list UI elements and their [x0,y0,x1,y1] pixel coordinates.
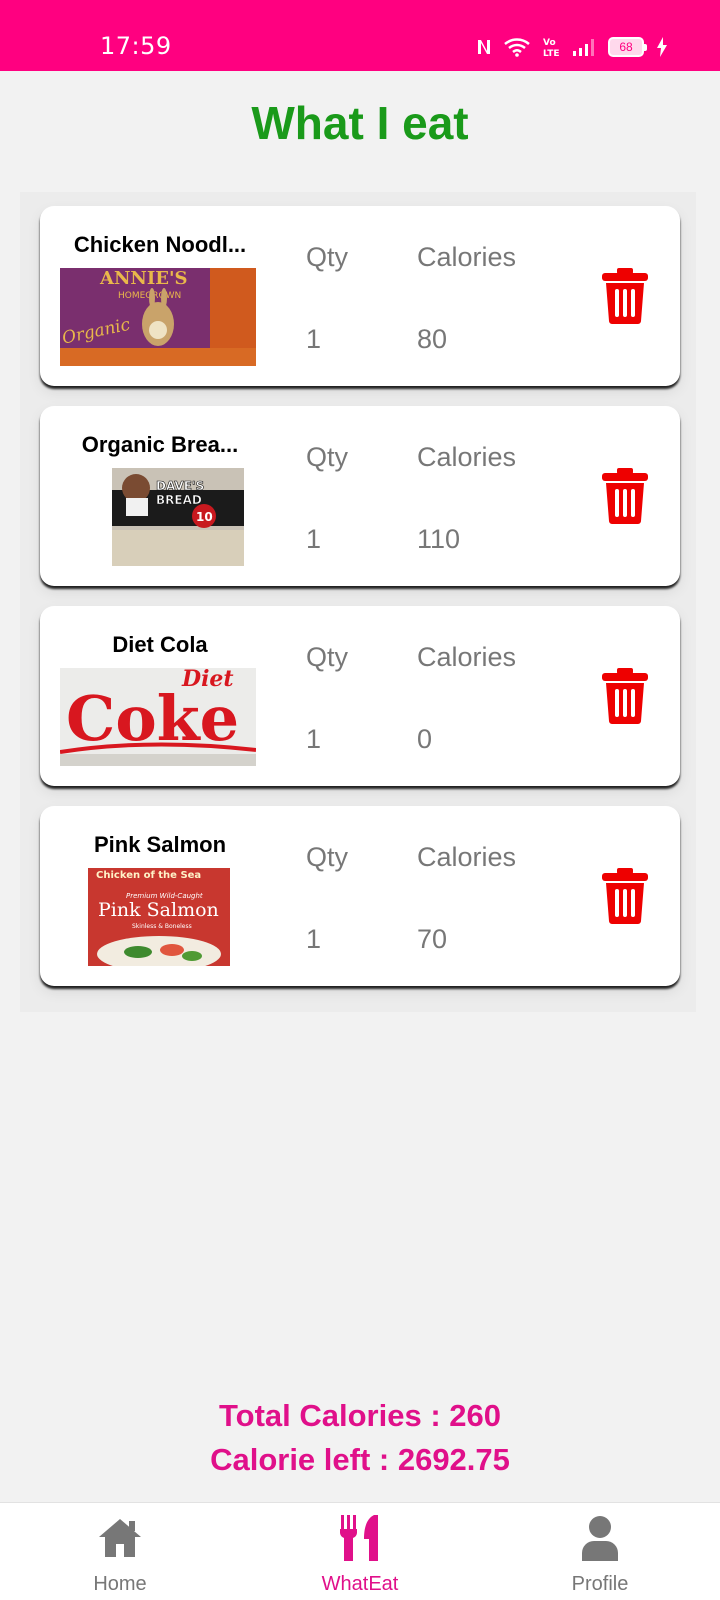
calories-value: 0 [417,724,433,754]
nav-profile-label: Profile [571,1573,629,1595]
thumb-brand: ANNIE'S [99,268,188,289]
food-thumbnail: Diet Coke [60,668,256,766]
svg-text:LTE: LTE [543,49,560,58]
signal-icon [573,39,594,56]
nfc-icon [478,40,490,54]
status-time: 17:59 [100,32,172,60]
food-name: Pink Salmon [93,832,227,857]
calories-left: Calorie left : 2692.75 [210,1442,510,1477]
thumb-brand2: BREAD [156,493,202,507]
calories-label: Calories [417,642,517,672]
food-name: Organic Brea... [81,432,239,457]
food-list: Chicken Noodl... ANNIE'S HOMEGROWN Organ… [20,192,696,1012]
thumb-name: Pink Salmon [98,899,219,921]
status-icons: Vo LTE 68 [476,34,668,60]
profile-icon [582,1516,618,1561]
calories-label: Calories [417,842,517,872]
nav-whateat-label: WhatEat [321,1573,399,1595]
qty-value: 1 [306,524,322,554]
volte-icon: Vo LTE [543,38,560,58]
calories-value: 80 [417,324,448,354]
food-name: Chicken Noodl... [73,232,247,257]
calories-value: 70 [417,924,448,954]
qty-value: 1 [306,924,322,954]
nav-whateat[interactable]: WhatEat [240,1503,480,1600]
food-name: Diet Cola [112,632,208,657]
food-card[interactable]: Chicken Noodl... ANNIE'S HOMEGROWN Organ… [40,206,680,386]
total-calories: Total Calories : 260 [219,1398,501,1433]
calories-label: Calories [417,442,517,472]
nav-home[interactable]: Home [0,1503,240,1600]
battery-level: 68 [619,40,633,54]
thumb-badge: 10 [196,510,213,524]
delete-icon[interactable] [600,268,650,324]
svg-text:Vo: Vo [543,38,556,48]
charging-icon [657,37,667,57]
wifi-icon [504,38,530,57]
qty-label: Qty [306,642,349,672]
battery-icon: 68 [608,37,647,57]
qty-label: Qty [306,842,349,872]
status-bar: 17:59 Vo LTE 68 [0,0,720,71]
delete-icon[interactable] [600,468,650,524]
thumb-note: Skinless & Boneless [132,923,192,930]
calories-value: 110 [417,524,461,554]
page-title: What I eat [251,97,469,149]
delete-icon[interactable] [600,668,650,724]
fork-knife-icon [340,1515,378,1561]
food-thumbnail: DAVE'S BREAD 10 [112,468,244,566]
qty-value: 1 [306,724,322,754]
home-icon [99,1519,141,1557]
qty-value: 1 [306,324,322,354]
food-card[interactable]: Organic Brea... DAVE'S BREAD 10 Qty Calo… [40,406,680,586]
delete-icon[interactable] [600,868,650,924]
thumb-brand: DAVE'S [156,479,204,493]
nav-home-label: Home [93,1573,147,1595]
calories-label: Calories [417,242,517,272]
nav-profile[interactable]: Profile [480,1503,720,1600]
bottom-nav: Home WhatEat Profile [0,1502,720,1600]
qty-label: Qty [306,442,349,472]
food-card[interactable]: Pink Salmon Chicken of the Sea Premium W… [40,806,680,986]
food-thumbnail: Chicken of the Sea Premium Wild-Caught P… [88,868,230,966]
qty-label: Qty [306,242,349,272]
thumb-brand: Chicken of the Sea [96,870,201,881]
food-card[interactable]: Diet Cola Diet Coke Qty Calories 1 0 [40,606,680,786]
food-thumbnail: ANNIE'S HOMEGROWN Organic [60,268,256,366]
